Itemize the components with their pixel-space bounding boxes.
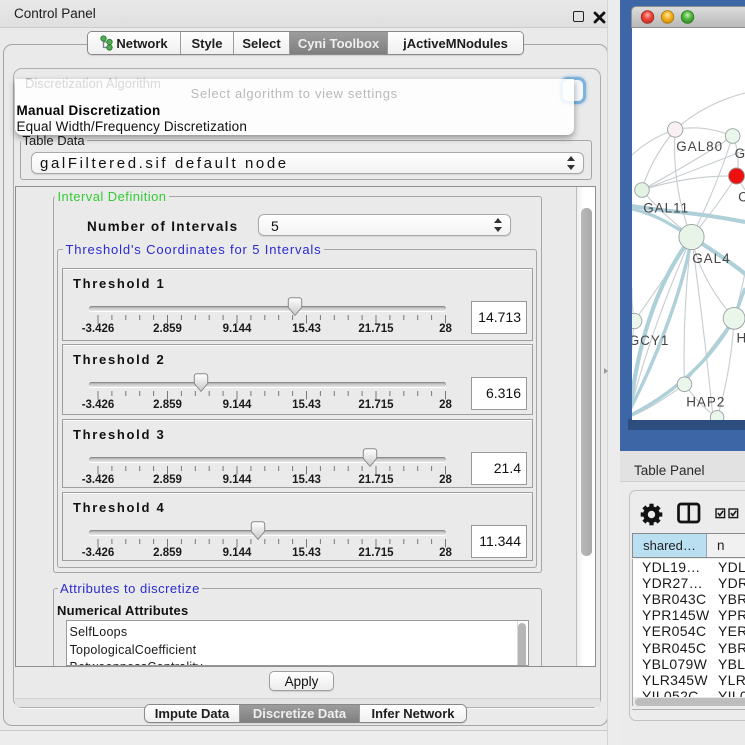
svg-text:GAL80: GAL80	[676, 139, 723, 154]
svg-text:GAL11: GAL11	[643, 200, 689, 215]
svg-text:C: C	[738, 190, 745, 205]
svg-text:GA: GA	[734, 146, 744, 161]
svg-text:H: H	[736, 330, 745, 345]
svg-text:GAL4: GAL4	[692, 251, 730, 266]
svg-text:HAP2: HAP2	[686, 395, 725, 410]
svg-text:GCY1: GCY1	[632, 333, 669, 348]
